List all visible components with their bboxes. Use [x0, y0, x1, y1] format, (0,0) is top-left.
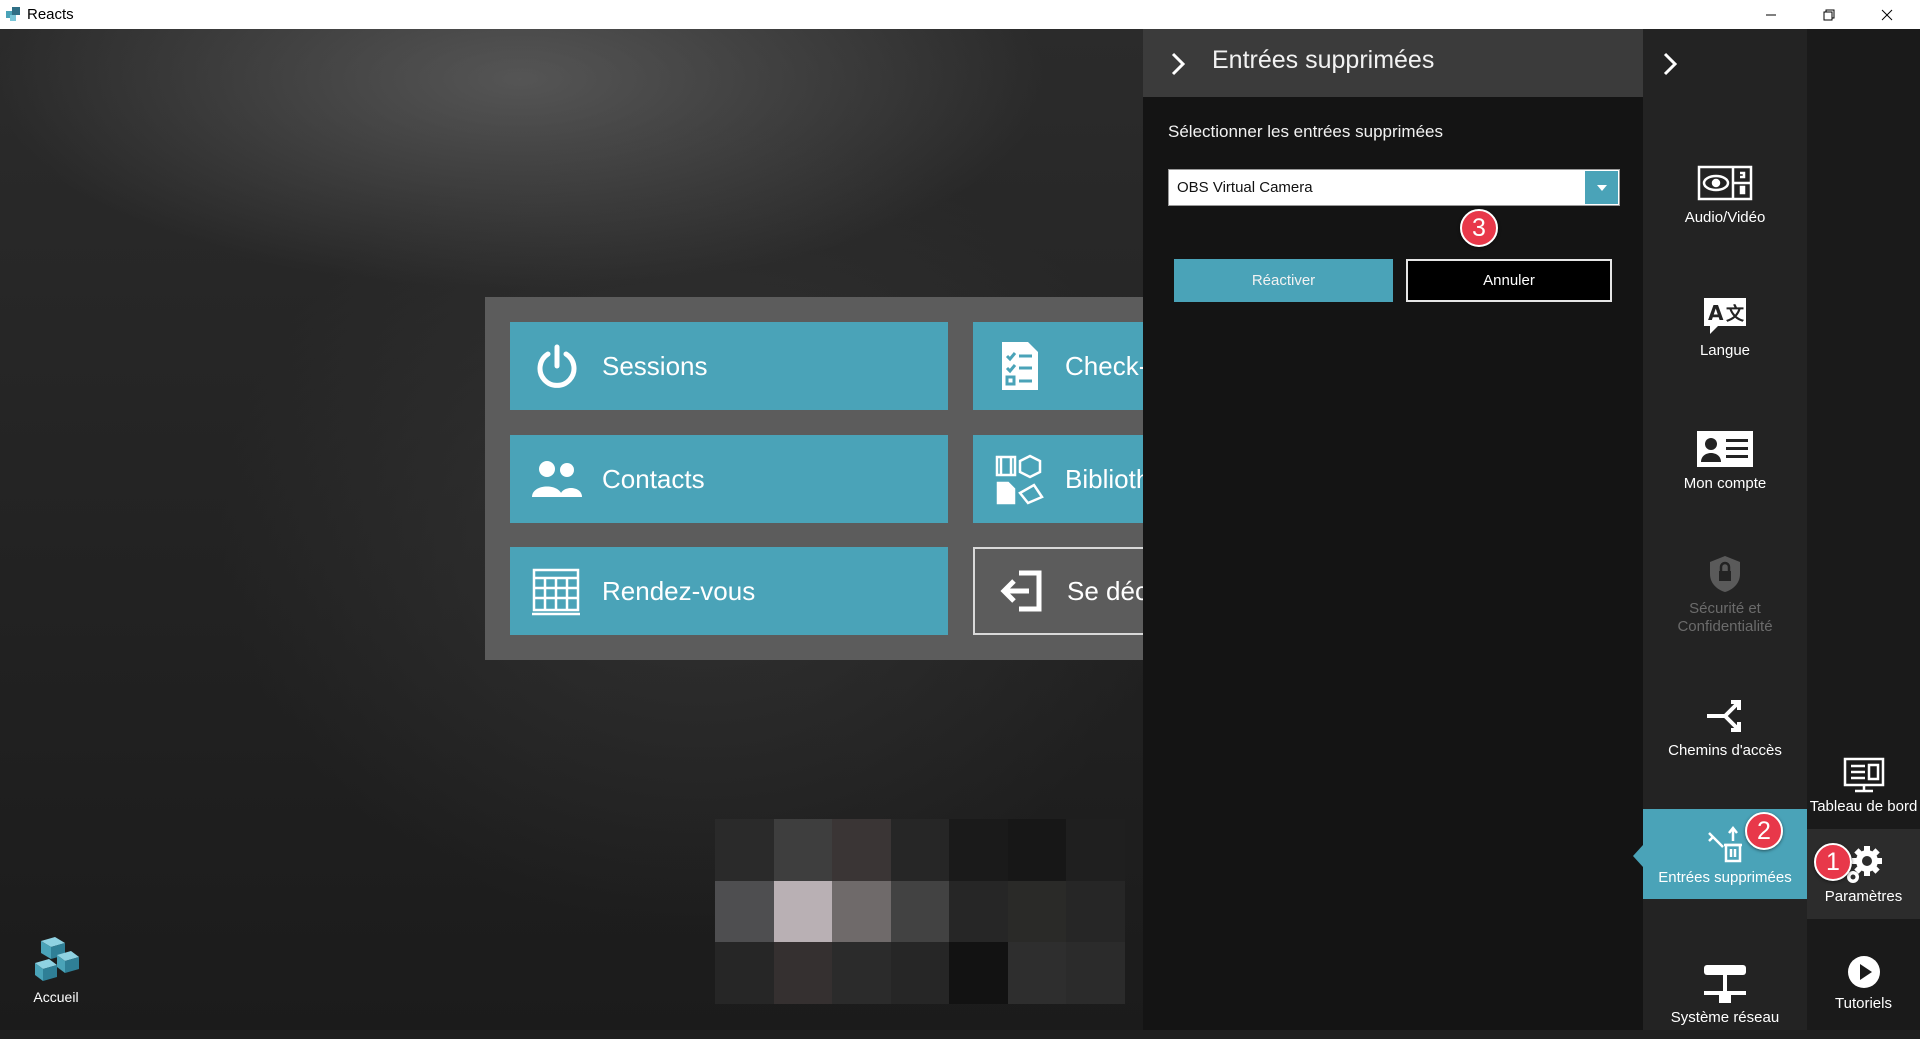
deleted-entries-panel: Entrées supprimées Sélectionner les entr… [1143, 29, 1643, 1030]
main-menu-panel: Sessions Check-I Contacts Biblioth Rende… [485, 297, 1411, 660]
cancel-button[interactable]: Annuler [1406, 259, 1612, 302]
window-title: Reacts [27, 6, 74, 23]
home-button[interactable]: Accueil [20, 935, 92, 1015]
collapse-panel-button[interactable] [1163, 49, 1193, 79]
active-indicator [1633, 845, 1643, 867]
appointments-label: Rendez-vous [602, 575, 756, 606]
settings-item-security: Sécurité et Confidentialité [1643, 549, 1807, 639]
appointments-tile[interactable]: Rendez-vous [510, 547, 948, 635]
minimize-icon [1766, 14, 1776, 15]
reactivate-button[interactable]: Réactiver [1174, 259, 1393, 302]
library-label: Biblioth [1065, 463, 1151, 494]
settings-item-label: Langue [1699, 342, 1751, 359]
settings-item-label: Chemins d'accès [1668, 742, 1782, 759]
settings-item-label: Entrées supprimées [1658, 869, 1792, 886]
deleted-entries-select[interactable]: OBS Virtual Camera [1168, 169, 1620, 206]
logout-icon [995, 564, 1049, 618]
check-in-label: Check-I [1065, 350, 1155, 381]
settings-item-label: Audio/Vidéo [1684, 209, 1766, 226]
nav-item-dashboard[interactable]: Tableau de bord [1807, 739, 1920, 829]
annotation-badge-3: 3 [1460, 209, 1498, 247]
translate-icon: A文 [1695, 294, 1755, 338]
shield-lock-icon [1695, 552, 1755, 596]
settings-sidebar: Audio/Vidéo A文 Langue Mon compte Sécurit… [1633, 29, 1807, 1030]
settings-item-label: Système réseau [1670, 1009, 1780, 1026]
app-logo-icon [6, 7, 20, 21]
calendar-icon [530, 564, 584, 618]
nav-item-label: Paramètres [1824, 887, 1903, 905]
expand-settings-button[interactable] [1655, 49, 1685, 79]
select-label: Sélectionner les entrées supprimées [1168, 122, 1443, 141]
annotation-badge-2: 2 [1745, 812, 1783, 850]
library-icon [993, 452, 1047, 506]
contacts-tile[interactable]: Contacts [510, 435, 948, 523]
play-icon [1839, 951, 1889, 993]
close-button[interactable] [1858, 0, 1916, 29]
settings-item-label: Mon compte [1683, 475, 1767, 492]
maximize-button[interactable] [1800, 0, 1858, 29]
dropdown-arrow-button[interactable] [1585, 171, 1618, 204]
contacts-icon [530, 452, 584, 506]
checklist-icon [993, 339, 1047, 393]
settings-item-language[interactable]: A文 Langue [1643, 282, 1807, 372]
svg-text:文: 文 [1726, 303, 1745, 325]
close-icon [1881, 9, 1893, 20]
annotation-badge-1: 1 [1814, 843, 1852, 881]
dashboard-icon [1839, 754, 1889, 796]
sessions-tile[interactable]: Sessions [510, 322, 948, 410]
main-nav-sidebar: Tableau de bord Paramètres Tutoriels [1807, 29, 1920, 1030]
select-value: OBS Virtual Camera [1177, 179, 1313, 196]
nav-item-label: Tutoriels [1835, 994, 1892, 1012]
settings-item-account[interactable]: Mon compte [1643, 415, 1807, 505]
sessions-label: Sessions [602, 350, 708, 381]
nav-item-label: Tableau de bord [1809, 797, 1918, 815]
power-icon [530, 339, 584, 393]
settings-item-paths[interactable]: Chemins d'accès [1643, 682, 1807, 772]
panel-title: Entrées supprimées [1212, 46, 1435, 74]
window-titlebar: Reacts [0, 0, 1920, 30]
paths-icon [1695, 694, 1755, 738]
webcam-icon [1695, 161, 1755, 205]
restore-icon [1823, 9, 1835, 20]
settings-item-audio-video[interactable]: Audio/Vidéo [1643, 149, 1807, 239]
settings-item-deleted-entries[interactable]: Entrées supprimées [1633, 809, 1807, 899]
pixelated-image [715, 819, 1125, 1004]
id-card-icon [1695, 427, 1755, 471]
settings-item-network[interactable]: Système réseau [1643, 949, 1807, 1039]
panel-header: Entrées supprimées [1143, 29, 1643, 97]
network-icon [1695, 961, 1755, 1005]
svg-text:A: A [1708, 301, 1724, 325]
contacts-label: Contacts [602, 463, 705, 494]
home-label: Accueil [33, 989, 79, 1005]
nav-item-tutorials[interactable]: Tutoriels [1807, 936, 1920, 1026]
minimize-button[interactable] [1742, 0, 1800, 29]
home-logo-icon [35, 937, 79, 981]
settings-item-label: Sécurité et Confidentialité [1677, 600, 1773, 635]
chevron-down-icon [1596, 184, 1607, 191]
